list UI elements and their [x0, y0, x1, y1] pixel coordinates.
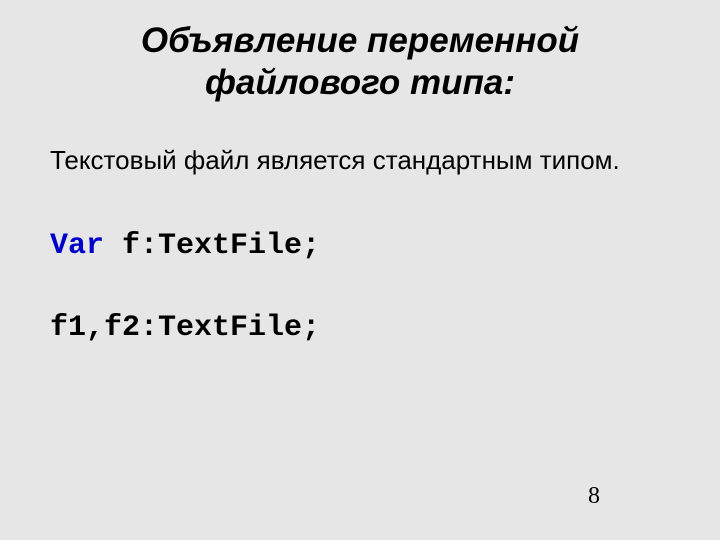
code-line-1-rest: f:TextFile;: [104, 229, 320, 263]
slide-title: Объявление переменной файлового типа:: [50, 20, 670, 104]
code-line-2: f1,f2:TextFile;: [50, 307, 670, 349]
slide-body-text: Текстовый файл является стандартным типо…: [50, 144, 670, 177]
code-line-1: Var f:TextFile;: [50, 225, 670, 267]
code-keyword: Var: [50, 229, 104, 263]
page-number: 8: [588, 483, 600, 510]
code-block: Var f:TextFile; f1,f2:TextFile;: [50, 225, 670, 349]
